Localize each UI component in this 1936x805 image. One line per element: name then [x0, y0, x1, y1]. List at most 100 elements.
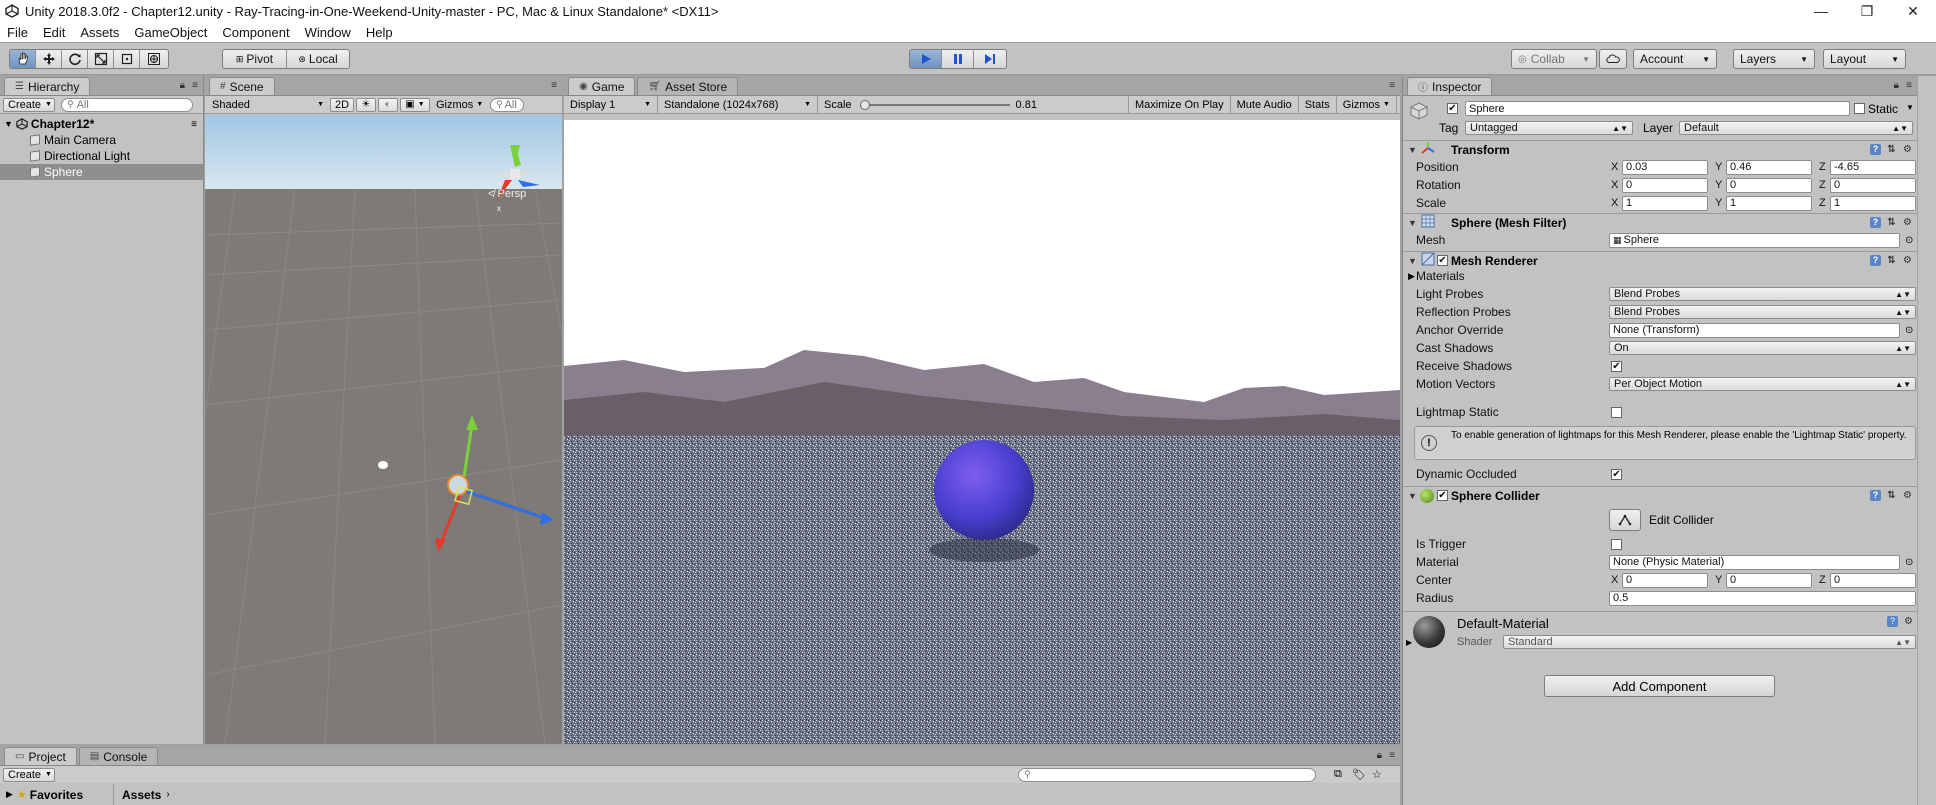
list-item[interactable]: Main Camera — [0, 132, 203, 148]
dynamic-occluded-checkbox[interactable]: ✔ — [1611, 468, 1622, 480]
center-z-field[interactable]: 0 — [1830, 572, 1916, 588]
active-checkbox[interactable]: ✔ — [1447, 103, 1458, 114]
scale-y-field[interactable]: 1 — [1726, 195, 1812, 211]
scale-x-field[interactable]: 1 — [1622, 195, 1708, 211]
sphere-collider-header[interactable]: ▼ ✔ Sphere Collider ? ⇅ ⚙ — [1403, 486, 1917, 504]
lock-icon[interactable]: 🔒︎ — [180, 80, 185, 91]
menu-gameobject[interactable]: GameObject — [134, 25, 207, 40]
tag-dropdown[interactable]: Untagged ▲▼ — [1465, 121, 1633, 135]
mesh-renderer-enabled-checkbox[interactable]: ✔ — [1437, 255, 1448, 266]
receive-shadows-checkbox[interactable]: ✔ — [1611, 360, 1622, 372]
position-z-field[interactable]: -4.65 — [1830, 159, 1916, 175]
scene-menu-icon[interactable]: ≡ — [191, 119, 197, 130]
tab-console[interactable]: ▤ Console — [78, 747, 159, 765]
layout-dropdown[interactable]: Layout ▼ — [1823, 49, 1906, 69]
minimize-button[interactable]: — — [1798, 0, 1844, 22]
mute-audio-toggle[interactable]: Mute Audio — [1231, 95, 1299, 114]
favorites-label[interactable]: Favorites — [30, 788, 83, 802]
persp-label[interactable]: ≮ Persp — [488, 188, 526, 200]
menu-window[interactable]: Window — [305, 25, 351, 40]
maximize-button[interactable]: ❐ — [1844, 0, 1890, 22]
scene-viewport[interactable]: x ≮ Persp — [205, 115, 562, 744]
rotation-x-field[interactable]: 0 — [1622, 177, 1708, 193]
static-checkbox[interactable] — [1854, 103, 1865, 114]
preset-icon[interactable]: ⇅ — [1886, 490, 1897, 501]
scale-tool-button[interactable] — [88, 50, 114, 68]
account-dropdown[interactable]: Account ▼ — [1633, 49, 1717, 69]
mesh-object-field[interactable]: ▦ Sphere — [1609, 232, 1900, 248]
cast-shadows-dropdown[interactable]: On ▲▼ — [1609, 341, 1916, 355]
sphere-collider-enabled-checkbox[interactable]: ✔ — [1437, 490, 1448, 501]
display-dropdown[interactable]: Display 1 ▼ — [564, 95, 658, 114]
radius-field[interactable]: 0.5 — [1609, 590, 1916, 606]
gear-icon[interactable]: ⚙ — [1902, 490, 1913, 501]
light-probes-dropdown[interactable]: Blend Probes ▲▼ — [1609, 287, 1916, 301]
foldout-arrow-icon[interactable]: ▶ — [1406, 638, 1412, 647]
panel-menu-icon[interactable]: ≡ — [192, 80, 198, 91]
anchor-override-field[interactable]: None (Transform) — [1609, 322, 1900, 338]
game-viewport[interactable] — [564, 120, 1400, 744]
hierarchy-create-dropdown[interactable]: Create ▼ — [3, 97, 55, 112]
collider-material-field[interactable]: None (Physic Material) — [1609, 554, 1900, 570]
tab-hierarchy[interactable]: ☰ Hierarchy — [4, 77, 91, 95]
effects-dropdown[interactable]: ▣ ▼ — [400, 97, 430, 112]
breadcrumb-assets[interactable]: Assets — [122, 788, 161, 802]
materials-row[interactable]: ▶ Materials — [1403, 267, 1917, 285]
audio-toggle[interactable]: 🔈︎ — [378, 97, 398, 112]
scene-gizmos-dropdown[interactable]: Gizmos ▼ — [432, 98, 488, 112]
pivot-button[interactable]: ⊞ Pivot — [223, 50, 287, 68]
local-button[interactable]: ⊛ Local — [287, 50, 349, 68]
step-button[interactable] — [974, 50, 1006, 68]
panel-menu-icon[interactable]: ≡ — [1389, 80, 1395, 91]
scene-root-row[interactable]: ▼ Chapter12* ≡ — [0, 116, 203, 132]
reflection-probes-dropdown[interactable]: Blend Probes ▲▼ — [1609, 305, 1916, 319]
foldout-arrow-icon[interactable]: ▼ — [1408, 145, 1417, 155]
stats-toggle[interactable]: Stats — [1299, 95, 1337, 114]
menu-help[interactable]: Help — [366, 25, 393, 40]
hierarchy-search-input[interactable]: ⚲ All — [61, 97, 193, 112]
preset-icon[interactable]: ⇅ — [1886, 217, 1897, 228]
position-x-field[interactable]: 0.03 — [1622, 159, 1708, 175]
help-icon[interactable]: ? — [1870, 490, 1881, 501]
gear-icon[interactable]: ⚙ — [1902, 255, 1913, 266]
gear-icon[interactable]: ⚙ — [1902, 217, 1913, 228]
rotate-tool-button[interactable] — [62, 50, 88, 68]
list-item[interactable]: Directional Light — [0, 148, 203, 164]
foldout-arrow-icon[interactable]: ▼ — [1408, 491, 1417, 501]
object-picker-icon[interactable]: ⊙ — [1905, 235, 1913, 246]
center-x-field[interactable]: 0 — [1622, 572, 1708, 588]
foldout-arrow-icon[interactable]: ▼ — [1408, 256, 1417, 266]
scale-slider[interactable] — [859, 99, 1010, 110]
tab-scene[interactable]: # Scene — [209, 77, 275, 95]
panel-menu-icon[interactable]: ≡ — [551, 80, 557, 91]
favorite-star-icon[interactable]: ☆ — [1372, 768, 1382, 781]
motion-vectors-dropdown[interactable]: Per Object Motion ▲▼ — [1609, 377, 1916, 391]
shader-dropdown[interactable]: Standard ▲▼ — [1503, 635, 1916, 649]
rotation-z-field[interactable]: 0 — [1830, 177, 1916, 193]
menu-assets[interactable]: Assets — [80, 25, 119, 40]
transform-tool-button[interactable] — [140, 50, 168, 68]
lock-icon[interactable]: 🔒︎ — [1377, 750, 1382, 761]
lightmap-static-checkbox[interactable] — [1611, 406, 1622, 418]
transform-header[interactable]: ▼ Transform ? ⇅ ⚙ — [1403, 140, 1917, 158]
list-item[interactable]: Sphere — [0, 164, 203, 180]
lighting-toggle[interactable]: ☀ — [356, 97, 376, 112]
tab-game[interactable]: ◉ Game — [568, 77, 636, 95]
object-picker-icon[interactable]: ⊙ — [1905, 557, 1913, 568]
center-y-field[interactable]: 0 — [1726, 572, 1812, 588]
mesh-filter-header[interactable]: ▼ Sphere (Mesh Filter) ? ⇅ ⚙ — [1403, 213, 1917, 231]
scale-slider-thumb[interactable] — [859, 99, 870, 110]
gear-icon[interactable]: ⚙ — [1902, 144, 1913, 155]
filter-by-label-icon[interactable]: 🏷︎ — [1352, 768, 1366, 781]
mode-2d-toggle[interactable]: 2D — [330, 97, 354, 112]
menu-component[interactable]: Component — [222, 25, 289, 40]
tab-asset-store[interactable]: 🛒︎ Asset Store — [637, 77, 739, 95]
project-create-dropdown[interactable]: Create ▼ — [3, 767, 55, 782]
foldout-arrow-icon[interactable]: ▶ — [6, 789, 13, 800]
expand-arrow-icon[interactable]: ▼ — [4, 119, 13, 129]
foldout-arrow-icon[interactable]: ▶ — [1408, 271, 1415, 282]
maximize-on-play-toggle[interactable]: Maximize On Play — [1128, 95, 1231, 114]
menu-file[interactable]: File — [7, 25, 28, 40]
preset-icon[interactable]: ⇅ — [1886, 144, 1897, 155]
cloud-button[interactable] — [1599, 49, 1627, 69]
